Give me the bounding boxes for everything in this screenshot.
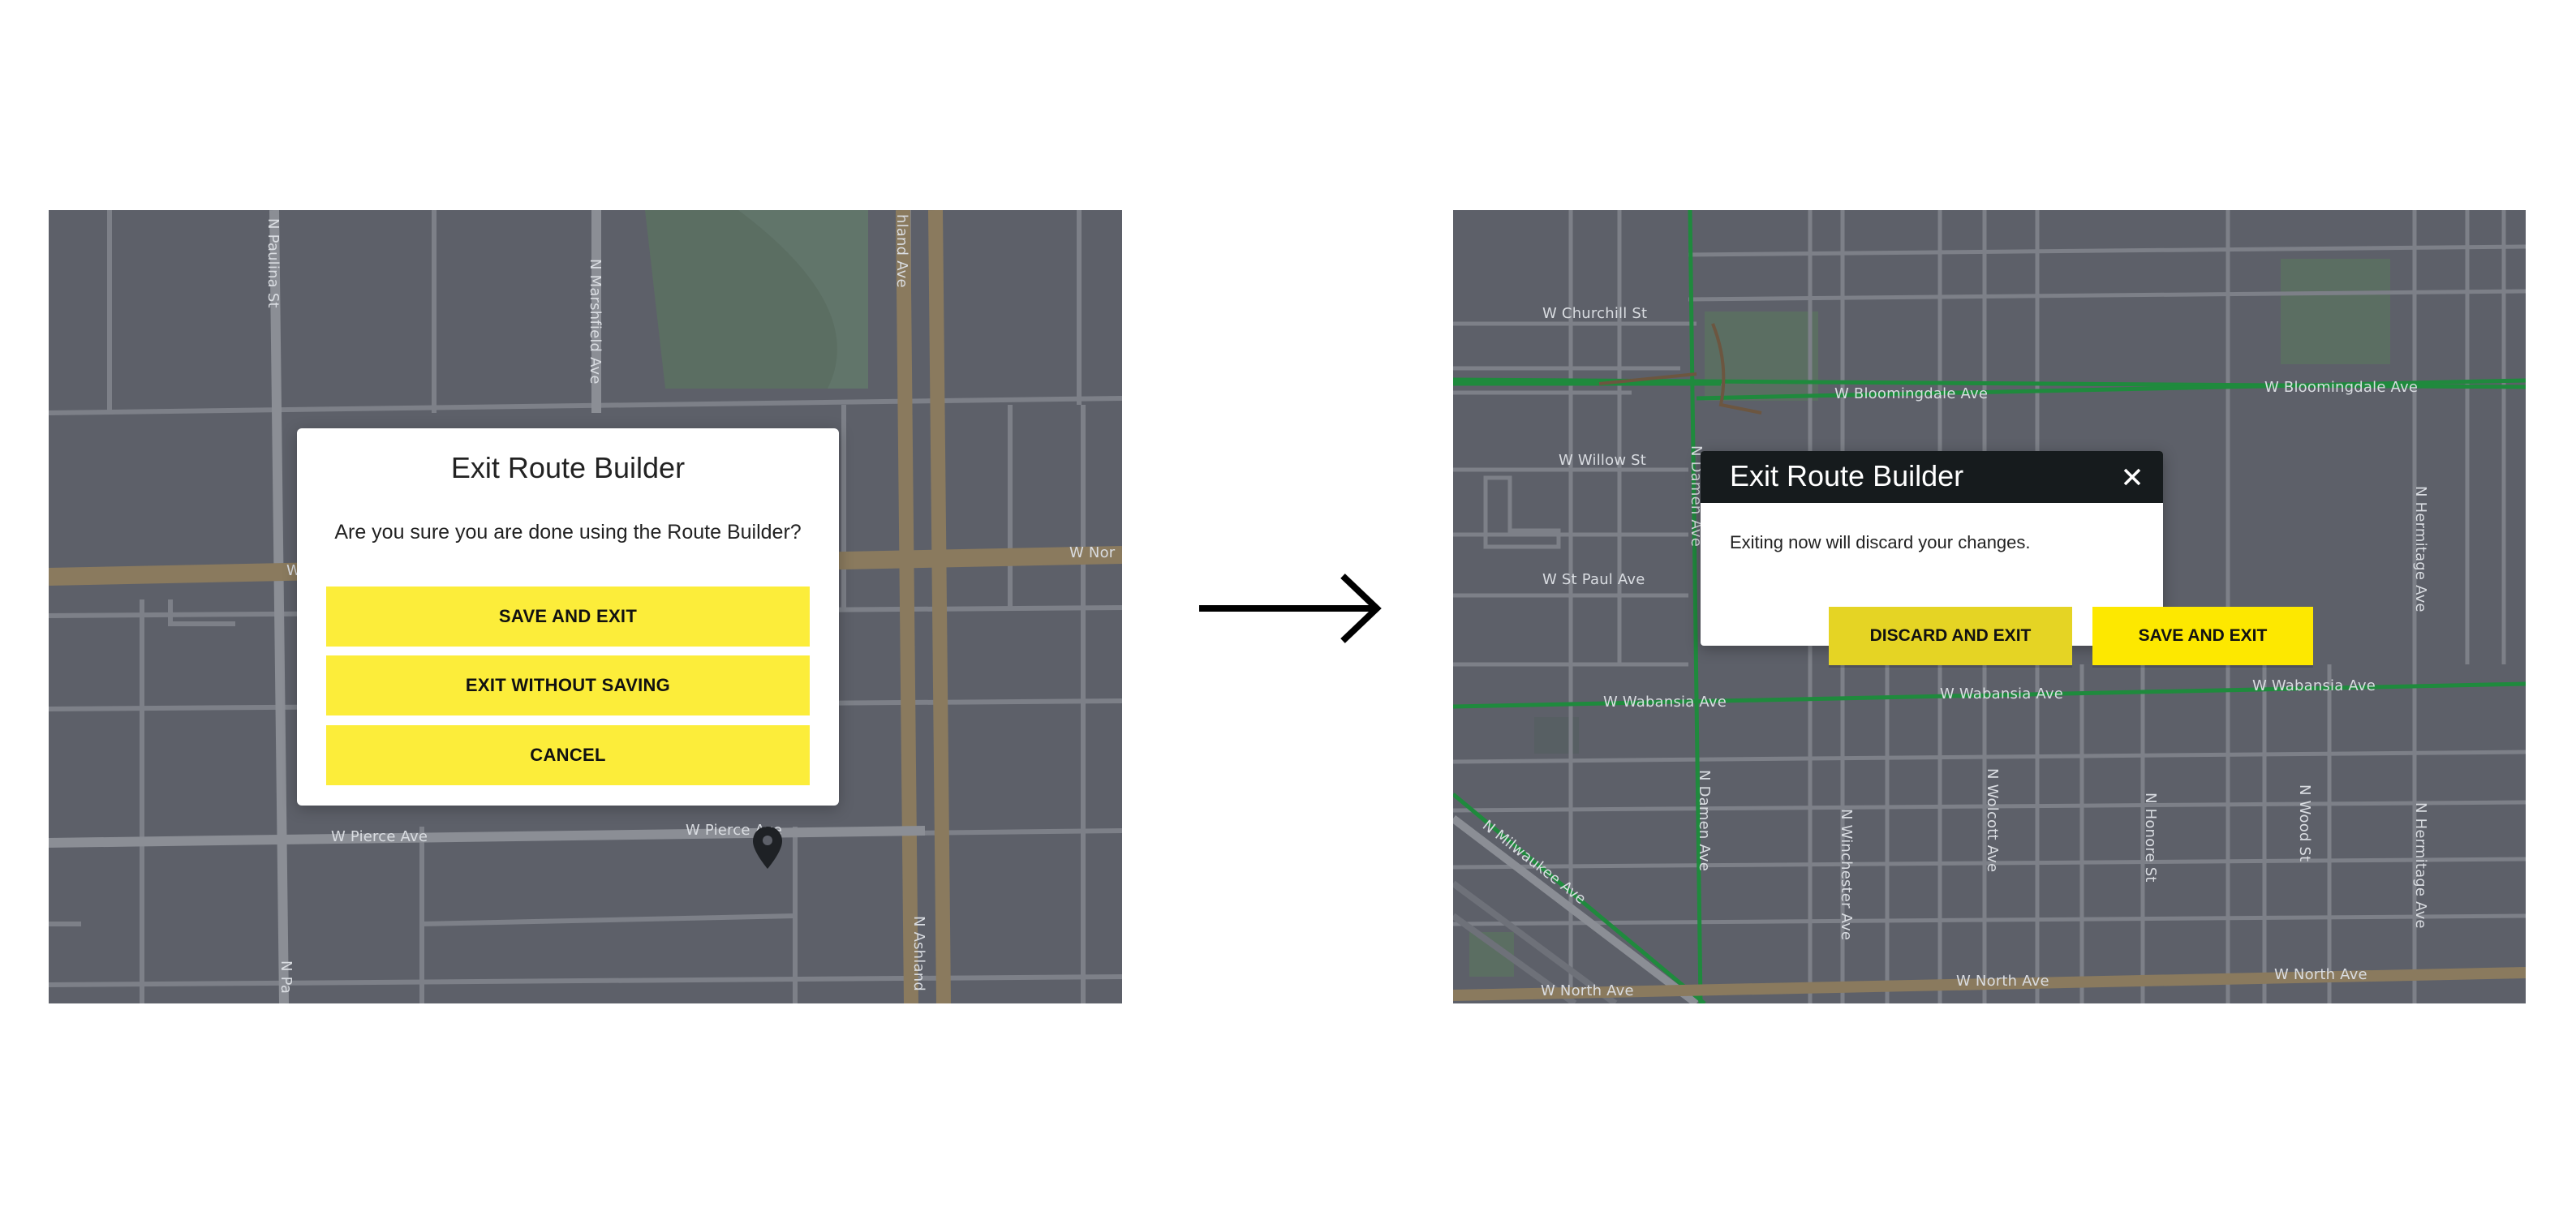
map-label-willow: W Willow St [1559, 452, 1647, 469]
map-label-bloomingdale-1: W Bloomingdale Ave [1834, 385, 1989, 402]
dialog-header: Exit Route Builder [1701, 451, 2163, 503]
map-label-winchester: N Winchester Ave [1838, 809, 1855, 941]
map-label-paulina-top: N Paulina St [264, 218, 282, 308]
map-label-churchill: W Churchill St [1542, 305, 1648, 322]
map-label-honore: N Honore St [2142, 793, 2159, 883]
map-label-wabansia-2: W Wabansia Ave [1940, 685, 2063, 703]
map-label-north-ave-3: W North Ave [2274, 966, 2367, 983]
dialog-message: Are you sure you are done using the Rout… [334, 521, 802, 544]
exit-route-builder-dialog: Exit Route Builder Are you sure you are … [297, 428, 839, 806]
map-label-ashland-top: hland Ave [893, 214, 910, 288]
close-icon[interactable] [2118, 462, 2147, 492]
map-label-bloomingdale-2: W Bloomingdale Ave [2264, 379, 2419, 396]
map-label-wood: N Wood St [2296, 784, 2313, 862]
map-label-paulina-bottom: N Pa [277, 960, 295, 995]
dialog-title: Exit Route Builder [1730, 459, 1964, 492]
cancel-button[interactable]: CANCEL [326, 725, 810, 785]
map-label-hermitage-bottom: N Hermitage Ave [2412, 802, 2429, 929]
map-label-north-ave-2: W North Ave [1956, 973, 2049, 990]
save-and-exit-button[interactable]: SAVE AND EXIT [2092, 607, 2313, 665]
map-label-marshfield: N Marshfield Ave [587, 259, 604, 385]
map-label-wabansia-1: W Wabansia Ave [1603, 694, 1727, 711]
save-and-exit-button[interactable]: SAVE AND EXIT [326, 587, 810, 647]
map-label-wolcott: N Wolcott Ave [1984, 768, 2001, 873]
map-label-st-paul: W St Paul Ave [1542, 571, 1645, 588]
dialog-title: Exit Route Builder [450, 451, 686, 484]
dialog-message: Exiting now will discard your changes. [1730, 532, 2031, 552]
map-label-pierce-left: W Pierce Ave [331, 828, 428, 845]
discard-and-exit-button[interactable]: DISCARD AND EXIT [1829, 607, 2072, 665]
map-label-north-ave-1: W North Ave [1541, 982, 1634, 999]
map-label-ashland-bottom: N Ashland [910, 916, 927, 991]
right-map-screen: W Churchill St W Bloomingdale Ave W Bloo… [1453, 210, 2526, 1003]
map-pin-icon[interactable] [751, 825, 784, 870]
map-label-wabansia-3: W Wabansia Ave [2252, 677, 2376, 694]
map-label-hermitage-top: N Hermitage Ave [2412, 486, 2429, 612]
map-label-north-ave-right: W Nor [1069, 544, 1116, 561]
map-label-damen-bottom: N Damen Ave [1696, 770, 1713, 872]
left-map-screen: N Paulina St N Marshfield Ave hland Ave … [49, 210, 1122, 1003]
right-arrow-icon [1199, 574, 1382, 643]
exit-without-saving-button[interactable]: EXIT WITHOUT SAVING [326, 655, 810, 715]
